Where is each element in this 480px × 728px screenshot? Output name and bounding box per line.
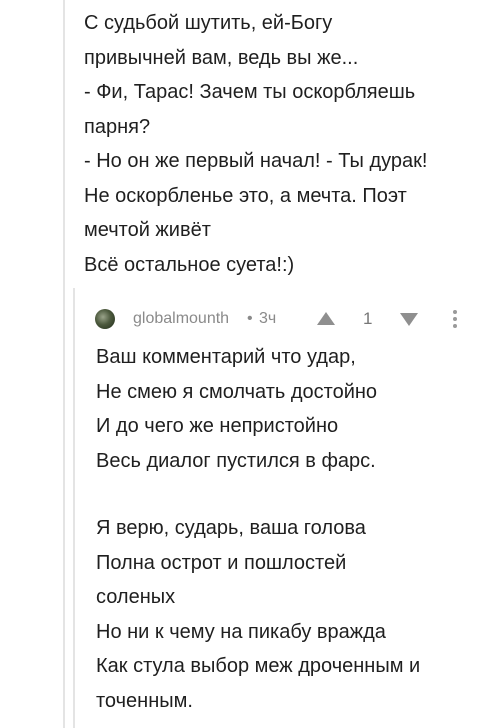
reply-comment: globalmounth • 3ч 1 Ваш комментарий что … (73, 288, 480, 728)
parent-line-6: Не оскорбленье это, а мечта. Поэт (84, 184, 407, 207)
reply-line: Полна острот и пошлостей (96, 551, 347, 574)
reply-line: Как стула выбор меж дроченным и (96, 655, 421, 677)
author-name[interactable]: globalmounth (133, 310, 229, 328)
parent-line-8: Всё остальное суета!:) (84, 253, 295, 276)
menu-dot (453, 317, 457, 321)
reply-header: globalmounth • 3ч 1 (93, 308, 473, 332)
avatar[interactable] (95, 309, 115, 329)
comment-time[interactable]: 3ч (259, 310, 276, 328)
reply-thread-line[interactable] (73, 288, 75, 728)
reply-line: Но ни к чему на пикабу вражда (96, 620, 386, 643)
parent-line-2: привычней вам, ведь вы же... (84, 46, 359, 69)
parent-line-7: мечтой живёт (84, 219, 211, 241)
upvote-icon[interactable] (317, 312, 335, 325)
menu-dot (453, 324, 457, 328)
parent-comment-body: С судьбой шутить, ей-Богу привычней вам,… (84, 6, 474, 282)
more-vertical-icon[interactable] (453, 310, 457, 330)
comment-rating: 1 (363, 309, 373, 328)
reply-line: точенным. (96, 689, 193, 712)
reply-body: Ваш комментарий что удар, Не смею я смол… (96, 340, 476, 718)
parent-line-5: - Но он же первый начал! - Ты дурак! (84, 150, 428, 172)
stanza-gap (96, 478, 476, 511)
reply-line: Ваш комментарий что удар, (96, 346, 356, 368)
parent-line-4: парня? (84, 115, 151, 138)
reply-line: Весь диалог пустился в фарс. (96, 449, 376, 472)
reply-line: И до чего же непристойно (96, 415, 339, 437)
thread-line (63, 0, 65, 728)
parent-line-3: - Фи, Тарас! Зачем ты оскорбляешь (84, 81, 416, 103)
downvote-icon[interactable] (400, 313, 418, 326)
menu-dot (453, 310, 457, 314)
meta-separator: • (247, 310, 253, 327)
reply-line: соленых (96, 586, 176, 608)
parent-line-1: С судьбой шутить, ей-Богу (84, 12, 333, 34)
reply-line: Я верю, сударь, ваша голова (96, 517, 366, 539)
reply-line: Не смею я смолчать достойно (96, 380, 378, 403)
